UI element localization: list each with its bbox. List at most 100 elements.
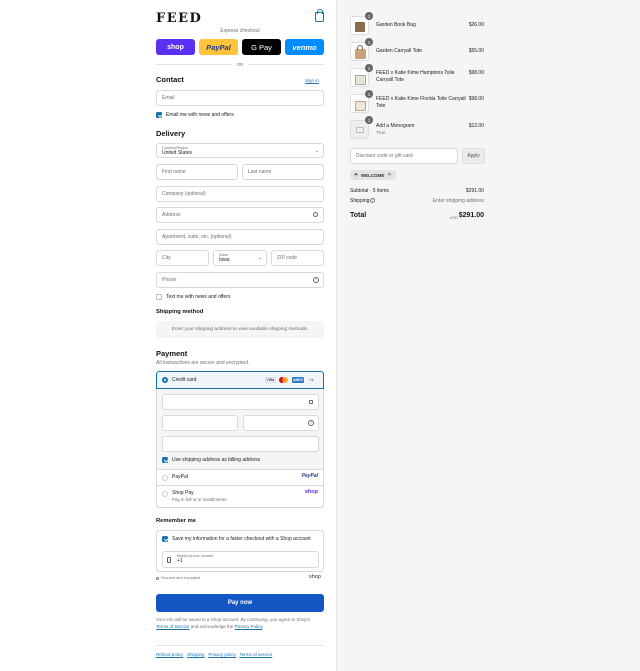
product-name: Garden Book Bag bbox=[376, 22, 416, 28]
quantity-badge: 1 bbox=[365, 116, 373, 124]
billing-address-label: Use shipping address as billing address bbox=[172, 457, 261, 463]
first-name-field[interactable]: First name bbox=[156, 164, 238, 180]
payment-heading: Payment bbox=[156, 349, 188, 358]
refund-policy-link[interactable]: Refund policy bbox=[156, 652, 183, 657]
expiration-field[interactable] bbox=[162, 415, 238, 431]
privacy-policy-footer-link[interactable]: Privacy policy bbox=[208, 652, 236, 657]
cart-bag-icon[interactable] bbox=[315, 9, 324, 22]
sign-in-link[interactable]: Sign in bbox=[305, 78, 319, 83]
store-logo[interactable]: FEED bbox=[156, 11, 202, 26]
help-icon[interactable]: ? bbox=[313, 277, 319, 283]
paypal-button[interactable]: PayPal bbox=[199, 39, 238, 55]
quantity-badge: 1 bbox=[365, 12, 373, 20]
shop-pay-radio[interactable] bbox=[162, 491, 168, 497]
subtotal-label: Subtotal · 5 items bbox=[350, 188, 389, 194]
subtotal-value: $291.00 bbox=[465, 188, 484, 194]
text-news-checkbox[interactable] bbox=[156, 294, 162, 300]
credit-card-radio[interactable] bbox=[162, 377, 168, 383]
city-field[interactable]: City bbox=[156, 250, 209, 266]
paypal-label: PayPal bbox=[172, 474, 188, 480]
terms-of-service-footer-link[interactable]: Terms of service bbox=[240, 652, 273, 657]
shop-pay-option[interactable]: Shop Pay Pay in full or in installments … bbox=[156, 486, 324, 508]
total-label: Total bbox=[350, 212, 367, 219]
paypal-option[interactable]: PayPal PayPal bbox=[156, 470, 324, 486]
quantity-badge: 1 bbox=[365, 38, 373, 46]
chevron-down-icon: ⌄ bbox=[257, 255, 262, 261]
lock-icon bbox=[156, 577, 159, 580]
state-select[interactable]: State Iowa ⌄ bbox=[213, 250, 267, 266]
save-info-checkbox[interactable] bbox=[162, 536, 168, 542]
shop-logo: shop bbox=[309, 574, 321, 580]
quantity-badge: 1 bbox=[365, 64, 373, 72]
help-icon[interactable]: ? bbox=[308, 420, 314, 426]
delivery-heading: Delivery bbox=[156, 129, 186, 138]
zip-field[interactable]: ZIP code bbox=[271, 250, 324, 266]
contact-heading: Contact bbox=[156, 75, 184, 84]
discount-tag-label: WELCOME bbox=[360, 172, 385, 178]
close-icon[interactable]: ✕ bbox=[387, 172, 391, 178]
apartment-field[interactable]: Apartment, suite, etc. (optional) bbox=[156, 229, 324, 245]
mastercard-icon bbox=[279, 377, 288, 383]
checkout-form: FEED Express checkout shop PayPal G Pay … bbox=[0, 0, 336, 671]
product-price: $26.00 bbox=[468, 22, 484, 28]
privacy-policy-link[interactable]: Privacy Policy bbox=[235, 624, 263, 629]
visa-icon: VISA bbox=[265, 377, 276, 383]
product-price: $98.00 bbox=[468, 70, 484, 76]
address-field[interactable]: Address bbox=[156, 207, 324, 223]
product-price: $98.00 bbox=[468, 96, 484, 102]
company-field[interactable]: Company (optional) bbox=[156, 186, 324, 202]
express-checkout-label: Express checkout bbox=[220, 28, 260, 34]
last-name-field[interactable]: Last name bbox=[242, 164, 324, 180]
product-name: Add a Monogram bbox=[376, 123, 415, 129]
shipping-method-heading: Shipping method bbox=[156, 309, 204, 315]
shipping-label: Shipping bbox=[350, 198, 370, 204]
mobile-phone-value: +1 bbox=[177, 558, 183, 564]
card-number-field[interactable] bbox=[162, 394, 319, 410]
lock-icon bbox=[309, 400, 313, 404]
email-field[interactable]: Email bbox=[156, 90, 324, 106]
terms-of-service-link[interactable]: Terms of Service bbox=[156, 624, 190, 629]
payment-subtitle: All transactions are secure and encrypte… bbox=[156, 360, 250, 366]
shop-pay-button[interactable]: shop bbox=[156, 39, 195, 55]
currency-code: USD bbox=[449, 215, 458, 220]
help-icon[interactable]: ? bbox=[370, 198, 375, 203]
country-select[interactable]: Country/Region United States ⌄ bbox=[156, 143, 324, 158]
security-code-field[interactable]: ? bbox=[243, 415, 319, 431]
or-divider: OR bbox=[156, 62, 324, 67]
shipping-method-note: Enter your shipping address to view avai… bbox=[156, 321, 324, 338]
more-cards-badge: +4 bbox=[309, 377, 314, 382]
remember-me-panel: Save my information for a faster checkou… bbox=[156, 530, 324, 572]
discount-code-field[interactable]: Discount code or gift card bbox=[350, 148, 458, 164]
credit-card-option[interactable]: Credit card VISA AMEX +4 bbox=[156, 371, 324, 389]
email-news-label: Email me with news and offers bbox=[166, 112, 234, 118]
shipping-value: Enter shipping address bbox=[432, 198, 484, 204]
amex-icon: AMEX bbox=[292, 377, 304, 383]
product-name: FEED x Katie Kime Florida Toile Carryall… bbox=[376, 96, 466, 109]
footer-links: Refund policy Shipping Privacy policy Te… bbox=[156, 652, 272, 657]
billing-address-checkbox[interactable] bbox=[162, 457, 168, 463]
mobile-phone-field[interactable]: Mobile phone number +1 bbox=[162, 551, 319, 568]
product-name: Garden Carryall Tote bbox=[376, 48, 423, 54]
pay-now-button[interactable]: Pay now bbox=[156, 594, 324, 612]
credit-card-label: Credit card bbox=[172, 377, 197, 383]
order-summary: 1 Garden Book Bag $26.00 1 Garden Carrya… bbox=[336, 0, 640, 671]
product-name: FEED x Katie Kime Hamptons Toile Carryal… bbox=[376, 70, 455, 83]
name-on-card-field[interactable] bbox=[162, 436, 319, 452]
chevron-down-icon: ⌄ bbox=[314, 148, 319, 154]
text-news-label: Text me with news and offers bbox=[166, 294, 231, 300]
google-pay-button[interactable]: G Pay bbox=[242, 39, 281, 55]
paypal-logo: PayPal bbox=[301, 473, 318, 479]
shipping-policy-link[interactable]: Shipping bbox=[187, 652, 205, 657]
apply-discount-button[interactable]: Apply bbox=[462, 148, 485, 164]
mobile-phone-icon bbox=[167, 557, 171, 563]
shop-pay-logo: shop bbox=[304, 489, 318, 495]
shop-pay-label: Shop Pay bbox=[172, 490, 194, 496]
country-value: United States bbox=[162, 150, 193, 156]
footer-divider bbox=[156, 645, 324, 646]
discount-tag: ⬘ WELCOME ✕ bbox=[350, 170, 396, 180]
quantity-badge: 1 bbox=[365, 90, 373, 98]
email-news-checkbox[interactable] bbox=[156, 112, 162, 118]
paypal-radio[interactable] bbox=[162, 475, 168, 481]
venmo-button[interactable]: venmo bbox=[285, 39, 324, 55]
phone-field[interactable]: Phone ? bbox=[156, 272, 324, 288]
